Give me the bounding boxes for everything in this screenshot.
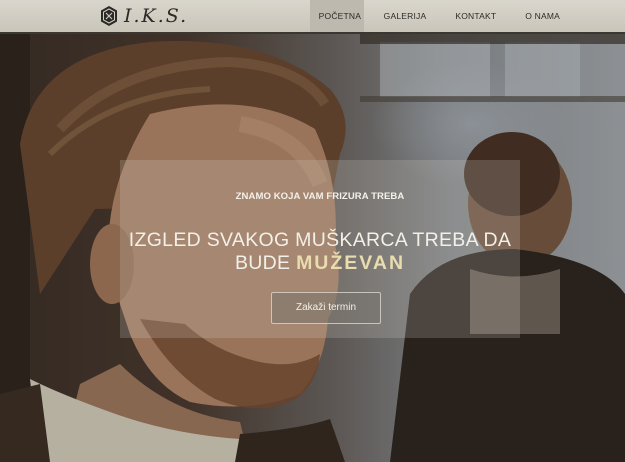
nav-item-kontakt[interactable]: Kontakt (446, 0, 505, 32)
hero-headline: IZGLED SVAKOG MUŠKARCA TREBA DA BUDE MUŽ… (120, 229, 520, 275)
book-appointment-button[interactable]: Zakaži termin (271, 292, 381, 324)
nav-item-pocetna[interactable]: Početna (309, 0, 364, 32)
nav-item-o-nama[interactable]: O nama (516, 0, 569, 32)
hexagon-crest-icon (101, 6, 117, 26)
site-logo[interactable]: I.K.S. (100, 3, 188, 29)
headline-accent: MUŽEVAN (296, 252, 406, 274)
top-navbar: I.K.S. Početna Galerija Kontakt O nama (0, 0, 625, 34)
hero-overlay-box: ZNAMO KOJA VAM FRIZURA TREBA IZGLED SVAK… (120, 160, 520, 338)
headline-line-1: IZGLED SVAKOG MUŠKARCA TREBA DA (128, 229, 512, 251)
logo-text: I.K.S. (124, 5, 189, 27)
main-nav: Početna Galerija Kontakt O nama (309, 0, 569, 32)
nav-item-galerija[interactable]: Galerija (375, 0, 436, 32)
page: I.K.S. Početna Galerija Kontakt O nama (0, 0, 625, 462)
headline-line-2-prefix: BUDE (234, 252, 291, 274)
hero-tagline: ZNAMO KOJA VAM FRIZURA TREBA (235, 191, 405, 202)
